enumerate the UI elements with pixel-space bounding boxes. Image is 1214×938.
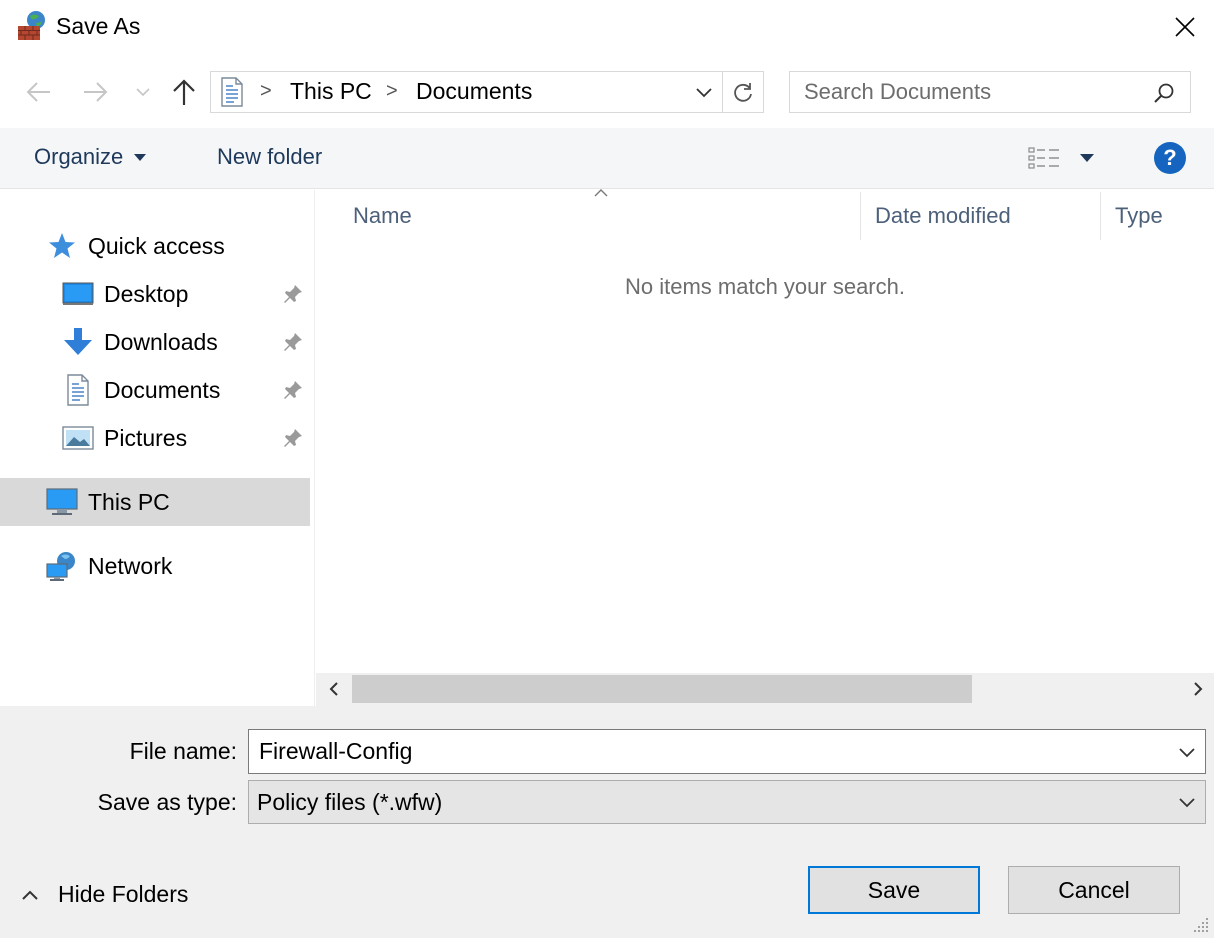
- chevron-down-icon: [696, 88, 712, 98]
- pictures-icon: [62, 422, 94, 454]
- help-button[interactable]: ?: [1154, 142, 1186, 174]
- sort-ascending-icon: [594, 189, 608, 197]
- breadcrumb-separator[interactable]: >: [386, 80, 398, 103]
- pin-icon[interactable]: [282, 283, 304, 305]
- close-icon: [1175, 17, 1195, 37]
- column-divider[interactable]: [1100, 192, 1101, 240]
- nav-pictures[interactable]: Pictures: [0, 416, 310, 460]
- search-icon[interactable]: [1152, 81, 1176, 105]
- close-button[interactable]: [1160, 6, 1210, 48]
- hide-folders-label: Hide Folders: [58, 881, 189, 907]
- caret-down-icon: [134, 154, 147, 161]
- change-view-button[interactable]: [1026, 144, 1062, 172]
- scroll-right-button[interactable]: [1186, 678, 1210, 700]
- nav-desktop-label: Desktop: [104, 280, 189, 307]
- column-header-type[interactable]: Type: [1115, 203, 1163, 229]
- file-name-combobox[interactable]: [248, 729, 1206, 774]
- file-name-input[interactable]: [259, 736, 1159, 766]
- cancel-button[interactable]: Cancel: [1008, 866, 1180, 914]
- column-divider[interactable]: [860, 192, 861, 240]
- arrow-right-icon: [84, 82, 108, 102]
- chevron-right-icon: [1194, 682, 1203, 696]
- nav-quick-access-label: Quick access: [88, 232, 225, 259]
- documents-icon: [62, 374, 94, 406]
- caret-down-icon: [1080, 154, 1094, 162]
- arrow-left-icon: [26, 82, 50, 102]
- save-as-type-dropdown[interactable]: [1175, 790, 1199, 814]
- file-name-label: File name:: [129, 738, 237, 764]
- pin-icon[interactable]: [282, 379, 304, 401]
- nav-desktop[interactable]: Desktop: [0, 272, 310, 316]
- back-button[interactable]: [18, 72, 58, 112]
- search-input[interactable]: [804, 78, 1144, 106]
- firewall-app-icon: [16, 10, 48, 42]
- scrollbar-thumb[interactable]: [352, 675, 972, 703]
- refresh-button[interactable]: [724, 72, 762, 112]
- save-as-type-select[interactable]: Policy files (*.wfw): [248, 780, 1206, 824]
- pin-icon[interactable]: [282, 331, 304, 353]
- view-options-dropdown[interactable]: [1076, 148, 1098, 168]
- network-icon: [46, 550, 78, 582]
- save-button[interactable]: Save: [808, 866, 980, 914]
- column-header-date-modified[interactable]: Date modified: [875, 203, 1011, 229]
- nav-this-pc[interactable]: This PC: [0, 478, 310, 526]
- save-as-type-value: Policy files (*.wfw): [257, 789, 443, 815]
- search-box[interactable]: [789, 71, 1191, 113]
- star-icon: [46, 230, 78, 262]
- scroll-left-button[interactable]: [322, 678, 346, 700]
- nav-quick-access[interactable]: Quick access: [0, 224, 310, 268]
- up-button[interactable]: [164, 72, 204, 112]
- hide-folders-button[interactable]: Hide Folders: [20, 881, 188, 908]
- chevron-down-icon: [136, 88, 150, 97]
- documents-location-icon: [220, 77, 244, 107]
- nav-downloads[interactable]: Downloads: [0, 320, 310, 364]
- arrow-up-icon: [173, 79, 195, 105]
- empty-state-message: No items match your search.: [625, 274, 905, 299]
- organize-button[interactable]: Organize: [34, 144, 147, 170]
- help-icon: ?: [1163, 145, 1177, 170]
- breadcrumb-documents[interactable]: Documents: [416, 78, 532, 105]
- nav-pictures-label: Pictures: [104, 424, 188, 451]
- details-view-icon: [1028, 147, 1059, 169]
- refresh-icon: [734, 83, 752, 102]
- breadcrumb-separator[interactable]: >: [260, 80, 272, 103]
- chevron-down-icon: [1179, 748, 1195, 758]
- chevron-up-icon: [22, 890, 38, 900]
- breadcrumb-this-pc[interactable]: This PC: [290, 78, 372, 105]
- nav-documents-label: Documents: [104, 376, 221, 403]
- new-folder-button[interactable]: New folder: [217, 144, 322, 170]
- address-divider: [722, 72, 723, 112]
- window-title: Save As: [56, 13, 141, 39]
- forward-button[interactable]: [76, 72, 116, 112]
- nav-network[interactable]: Network: [0, 544, 310, 588]
- resize-grip-icon[interactable]: [1190, 914, 1212, 936]
- organize-label: Organize: [34, 144, 124, 169]
- computer-icon: [46, 486, 78, 518]
- chevron-left-icon: [329, 682, 338, 696]
- save-as-type-label: Save as type:: [97, 789, 237, 815]
- nav-downloads-label: Downloads: [104, 328, 218, 355]
- downloads-icon: [62, 326, 94, 358]
- desktop-icon: [62, 278, 94, 310]
- address-history-dropdown[interactable]: [686, 72, 722, 112]
- nav-documents[interactable]: Documents: [0, 368, 310, 412]
- file-name-dropdown[interactable]: [1175, 740, 1199, 764]
- chevron-down-icon: [1179, 798, 1195, 808]
- pin-icon[interactable]: [282, 427, 304, 449]
- nav-network-label: Network: [88, 552, 173, 579]
- title-bar: [0, 0, 1214, 56]
- column-headers: [316, 190, 1214, 240]
- column-header-name[interactable]: Name: [353, 203, 412, 229]
- recent-locations-button[interactable]: [130, 72, 156, 112]
- nav-this-pc-label: This PC: [88, 488, 170, 515]
